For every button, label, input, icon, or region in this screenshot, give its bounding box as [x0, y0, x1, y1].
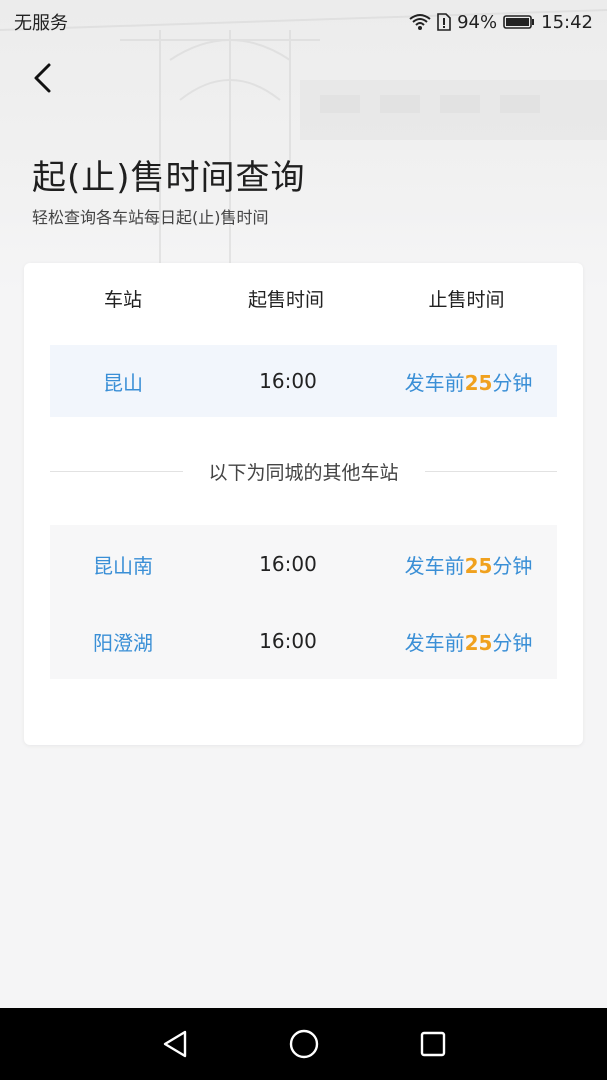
stop-minutes: 25 — [464, 370, 493, 395]
divider-text: 以下为同城的其他车站 — [208, 461, 399, 484]
wifi-icon — [409, 13, 431, 31]
stop-suffix: 分钟 — [492, 630, 533, 655]
system-navigation-bar — [0, 1008, 607, 1080]
header-station: 车站 — [103, 289, 142, 311]
divider-line-left — [50, 470, 183, 472]
table-row[interactable]: 阳澄湖 16:00 发车前25分钟 — [50, 605, 557, 677]
start-time: 16:00 — [259, 369, 317, 393]
stop-suffix: 分钟 — [492, 553, 533, 578]
nav-home-icon — [289, 1029, 318, 1059]
stop-time: 发车前25分钟 — [380, 550, 557, 579]
header-stop-time: 止售时间 — [428, 289, 505, 311]
station-name[interactable]: 昆山南 — [50, 550, 196, 579]
stop-prefix: 发车前 — [404, 630, 465, 655]
station-name[interactable]: 阳澄湖 — [50, 627, 196, 656]
header-background — [0, 0, 607, 295]
divider-line-right — [424, 470, 558, 472]
battery-percent: 94% — [457, 11, 498, 33]
table-header: 车站 起售时间 止售时间 — [24, 285, 583, 315]
header-start-time: 起售时间 — [247, 289, 324, 311]
nav-recents-button[interactable] — [413, 1024, 453, 1064]
nav-back-button[interactable] — [155, 1024, 195, 1064]
station-name[interactable]: 昆山 — [50, 367, 196, 396]
page-title: 起(止)售时间查询 — [32, 158, 306, 198]
table-row-main-station[interactable]: 昆山 16:00 发车前25分钟 — [50, 345, 557, 417]
carrier-label: 无服务 — [14, 13, 68, 34]
stop-prefix: 发车前 — [404, 370, 465, 395]
stop-time: 发车前25分钟 — [380, 367, 557, 396]
table-row[interactable]: 昆山南 16:00 发车前25分钟 — [50, 528, 557, 600]
status-icons: 94% 15:42 — [409, 12, 593, 33]
status-bar: 无服务 94% 15:42 — [0, 0, 607, 44]
back-arrow-icon — [34, 63, 51, 93]
clock: 15:42 — [541, 11, 593, 33]
nav-recents-icon — [420, 1031, 445, 1057]
start-time: 16:00 — [259, 552, 317, 576]
stop-minutes: 25 — [464, 553, 493, 578]
nav-back-icon — [163, 1030, 186, 1058]
page-subtitle: 轻松查询各车站每日起(止)售时间 — [32, 208, 269, 227]
same-city-divider: 以下为同城的其他车站 — [50, 457, 558, 485]
station-image — [0, 9, 607, 295]
back-button[interactable] — [22, 58, 62, 98]
other-stations-list: 昆山南 16:00 发车前25分钟 阳澄湖 16:00 发车前25分钟 — [50, 525, 557, 679]
sim-alert-icon — [437, 13, 451, 31]
battery-icon — [503, 14, 535, 30]
sale-time-card: 车站 起售时间 止售时间 昆山 16:00 发车前25分钟 以下为同城的其他车站… — [24, 263, 583, 745]
stop-time: 发车前25分钟 — [380, 627, 557, 656]
nav-home-button[interactable] — [284, 1024, 324, 1064]
stop-minutes: 25 — [464, 630, 493, 655]
stop-suffix: 分钟 — [492, 370, 533, 395]
start-time: 16:00 — [259, 629, 317, 653]
stop-prefix: 发车前 — [404, 553, 465, 578]
